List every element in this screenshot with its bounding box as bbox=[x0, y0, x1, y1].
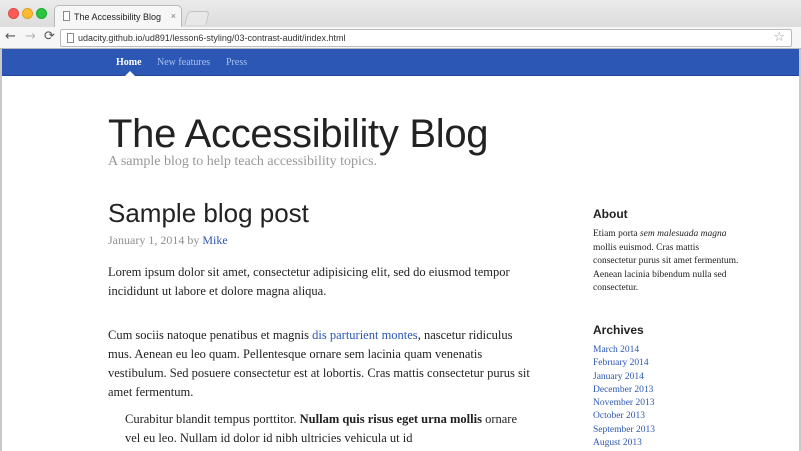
page-icon bbox=[67, 33, 74, 43]
archive-link-march-2014[interactable]: March 2014 bbox=[593, 345, 639, 355]
site-tagline: A sample blog to help teach accessibilit… bbox=[108, 154, 378, 169]
page-icon bbox=[63, 11, 70, 21]
post-by: by bbox=[187, 233, 200, 247]
window-minimize-button[interactable] bbox=[22, 8, 33, 19]
forward-arrow-icon[interactable]: → bbox=[25, 29, 36, 45]
archive-link-september-2013[interactable]: September 2013 bbox=[593, 425, 655, 435]
archive-link-december-2013[interactable]: December 2013 bbox=[593, 385, 653, 395]
post-meta: January 1, 2014 by Mike bbox=[108, 233, 228, 248]
tab-close-icon[interactable]: × bbox=[171, 11, 176, 21]
post-date: January 1, 2014 bbox=[108, 233, 185, 247]
window-close-button[interactable] bbox=[8, 8, 19, 19]
quote-bold-text: Nullam quis risus eget urna mollis bbox=[299, 412, 482, 426]
post-title: Sample blog post bbox=[108, 198, 309, 228]
browser-tab-bar: The Accessibility Blog × bbox=[0, 0, 801, 27]
list-item: December 2013 bbox=[593, 384, 655, 397]
site-title: The Accessibility Blog bbox=[108, 112, 489, 156]
archive-link-january-2014[interactable]: January 2014 bbox=[593, 372, 644, 382]
list-item: November 2013 bbox=[593, 397, 655, 410]
window-maximize-button[interactable] bbox=[36, 8, 47, 19]
sidebar-archives-heading: Archives bbox=[593, 323, 644, 337]
post-paragraph-2: Cum sociis natoque penatibus et magnis d… bbox=[108, 326, 533, 402]
archive-link-october-2013[interactable]: October 2013 bbox=[593, 411, 645, 421]
browser-toolbar: ← → ⟳ udacity.github.io/ud891/lesson6-st… bbox=[0, 27, 801, 49]
quote-text-before: Curabitur blandit tempus porttitor. bbox=[125, 412, 300, 426]
site-nav-bar: Home New features Press bbox=[2, 49, 799, 76]
list-item: October 2013 bbox=[593, 410, 655, 423]
post-blockquote: Curabitur blandit tempus porttitor. Null… bbox=[125, 410, 520, 448]
nav-item-home[interactable]: Home bbox=[116, 57, 142, 68]
nav-item-new-features[interactable]: New features bbox=[157, 57, 210, 68]
archive-link-november-2013[interactable]: November 2013 bbox=[593, 398, 654, 408]
post-author-link[interactable]: Mike bbox=[202, 233, 227, 247]
list-item: January 2014 bbox=[593, 371, 655, 384]
tab-title: The Accessibility Blog bbox=[74, 12, 162, 22]
active-nav-caret-icon bbox=[125, 71, 135, 76]
list-item: August 2013 bbox=[593, 437, 655, 450]
about-text-before: Etiam porta bbox=[593, 229, 640, 239]
new-tab-button[interactable] bbox=[184, 11, 210, 25]
about-text-after: mollis euismod. Cras mattis consectetur … bbox=[593, 242, 739, 294]
bookmark-star-icon[interactable]: ☆ bbox=[773, 30, 785, 45]
browser-tab[interactable]: The Accessibility Blog × bbox=[54, 5, 182, 27]
back-arrow-icon[interactable]: ← bbox=[5, 29, 16, 45]
list-item: February 2014 bbox=[593, 357, 655, 370]
reload-icon[interactable]: ⟳ bbox=[44, 29, 55, 45]
archive-link-august-2013[interactable]: August 2013 bbox=[593, 438, 642, 448]
dis-parturient-montes-link[interactable]: dis parturient montes bbox=[312, 328, 418, 342]
list-item: September 2013 bbox=[593, 424, 655, 437]
list-item: March 2014 bbox=[593, 344, 655, 357]
post-paragraph-1: Lorem ipsum dolor sit amet, consectetur … bbox=[108, 265, 510, 298]
about-text-emphasis: sem malesuada magna bbox=[639, 229, 727, 239]
sidebar-about-text: Etiam porta sem malesuada magna mollis e… bbox=[593, 228, 743, 296]
nav-item-press[interactable]: Press bbox=[226, 57, 247, 68]
url-text[interactable]: udacity.github.io/ud891/lesson6-styling/… bbox=[78, 33, 346, 43]
archive-list: March 2014 February 2014 January 2014 De… bbox=[593, 344, 655, 450]
address-bar[interactable]: udacity.github.io/ud891/lesson6-styling/… bbox=[60, 29, 792, 47]
archive-link-february-2014[interactable]: February 2014 bbox=[593, 358, 649, 368]
sidebar-about-heading: About bbox=[593, 207, 628, 221]
page-frame-left bbox=[0, 49, 2, 451]
p2-text-before: Cum sociis natoque penatibus et magnis bbox=[108, 328, 313, 342]
